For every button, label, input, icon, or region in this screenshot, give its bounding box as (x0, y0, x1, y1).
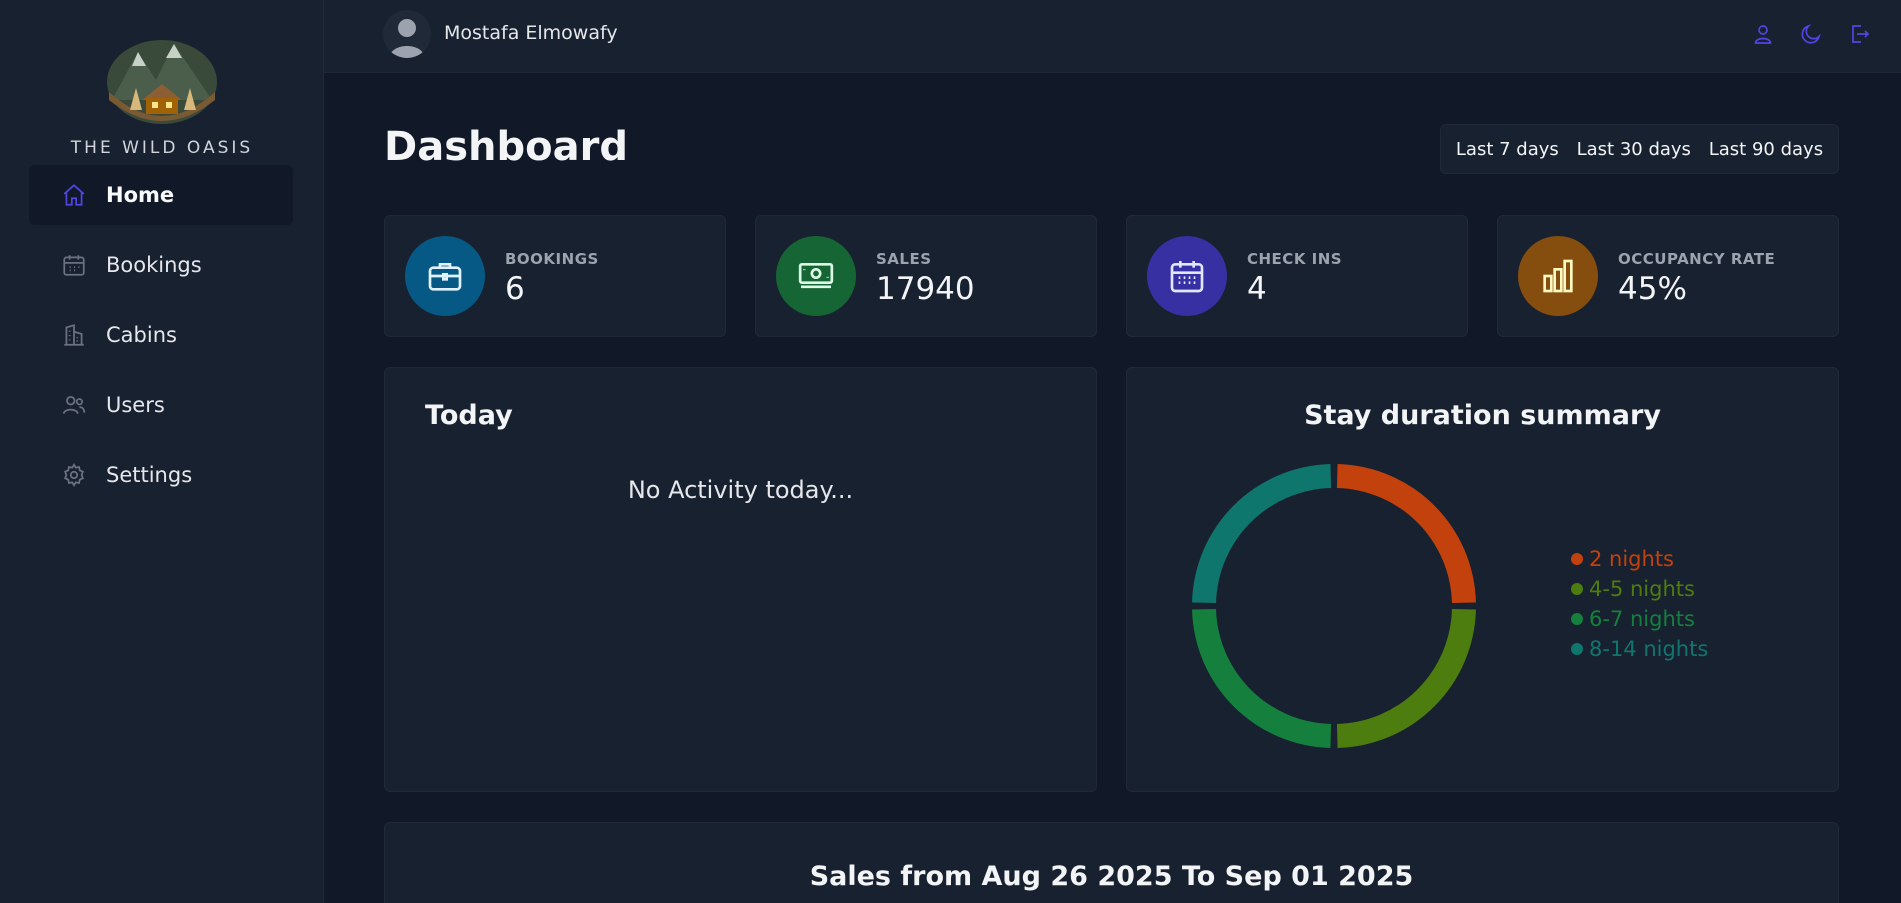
header-actions (1749, 20, 1873, 48)
stat-label: CHECK INS (1247, 250, 1343, 268)
legend-label: 6-7 nights (1589, 607, 1695, 631)
date-filter: Last 7 days Last 30 days Last 90 days (1440, 124, 1839, 174)
sales-chart-title: Sales from Aug 26 2025 To Sep 01 2025 (809, 861, 1414, 892)
legend-label: 4-5 nights (1589, 577, 1695, 601)
sidebar-item-users[interactable]: Users (29, 375, 293, 435)
stay-duration-donut-chart (1192, 464, 1476, 748)
chart-bar-icon (1518, 236, 1598, 316)
top-header: Mostafa Elmowafy (324, 0, 1901, 73)
logout-icon[interactable] (1845, 20, 1873, 48)
stat-label: BOOKINGS (505, 250, 599, 268)
app-root: THE WILD OASIS Home Bookings Cabins User… (0, 0, 1901, 903)
legend-label: 2 nights (1589, 547, 1674, 571)
logo (104, 30, 220, 124)
legend-dot (1571, 643, 1583, 655)
sidebar-item-label: Bookings (106, 253, 202, 277)
sales-panel: Sales from Aug 26 2025 To Sep 01 2025 (384, 822, 1839, 903)
avatar[interactable] (383, 10, 431, 58)
page-title: Dashboard (384, 124, 628, 170)
chart-legend: 2 nights 4-5 nights 6-7 nights 8-14 nights (1571, 544, 1708, 664)
empty-activity-message: No Activity today... (627, 476, 854, 504)
legend-dot (1571, 613, 1583, 625)
banknotes-icon (776, 236, 856, 316)
gear-icon (60, 461, 88, 489)
sidebar-item-home[interactable]: Home (29, 165, 293, 225)
stat-check-ins: CHECK INS 4 (1126, 215, 1468, 337)
stat-value: 4 (1247, 271, 1267, 307)
calendar-icon (60, 251, 88, 279)
filter-last-30-days[interactable]: Last 30 days (1569, 133, 1699, 166)
legend-dot (1571, 583, 1583, 595)
calendar-days-icon (1147, 236, 1227, 316)
legend-item: 2 nights (1571, 544, 1708, 574)
stat-sales: SALES 17940 (755, 215, 1097, 337)
sidebar-item-label: Home (106, 183, 175, 207)
stat-value: 45% (1618, 271, 1687, 307)
legend-dot (1571, 553, 1583, 565)
legend-item: 4-5 nights (1571, 574, 1708, 604)
today-panel: Today No Activity today... (384, 367, 1097, 792)
main-nav: Home Bookings Cabins Users Settings (29, 165, 293, 515)
legend-item: 8-14 nights (1571, 634, 1708, 664)
stat-label: SALES (876, 250, 932, 268)
stat-value: 6 (505, 271, 525, 307)
home-icon (60, 181, 88, 209)
sidebar-item-label: Cabins (106, 323, 177, 347)
donut-slice-6-7-nights[interactable] (1192, 608, 1332, 748)
legend-item: 6-7 nights (1571, 604, 1708, 634)
donut-slice-4-5-nights[interactable] (1336, 608, 1476, 748)
stay-duration-panel: Stay duration summary 2 nights 4-5 nights… (1126, 367, 1839, 792)
sidebar-item-cabins[interactable]: Cabins (29, 305, 293, 365)
stat-bookings: BOOKINGS 6 (384, 215, 726, 337)
today-title: Today (425, 400, 513, 431)
duration-chart-title: Stay duration summary (1304, 400, 1661, 431)
stat-occupancy-rate: OCCUPANCY RATE 45% (1497, 215, 1839, 337)
building-icon (60, 321, 88, 349)
brand-name: THE WILD OASIS (70, 138, 254, 158)
sidebar-item-label: Users (106, 393, 165, 417)
legend-label: 8-14 nights (1589, 637, 1709, 661)
user-icon[interactable] (1749, 20, 1777, 48)
donut-slice-2-nights[interactable] (1336, 464, 1476, 604)
stat-value: 17940 (876, 271, 975, 307)
stat-label: OCCUPANCY RATE (1618, 250, 1776, 268)
users-icon (60, 391, 88, 419)
donut-slice-8-14-nights[interactable] (1192, 464, 1332, 604)
briefcase-icon (405, 236, 485, 316)
sidebar: THE WILD OASIS Home Bookings Cabins User… (0, 0, 324, 903)
sidebar-item-settings[interactable]: Settings (29, 445, 293, 505)
sidebar-item-bookings[interactable]: Bookings (29, 235, 293, 295)
filter-last-7-days[interactable]: Last 7 days (1448, 133, 1567, 166)
sidebar-item-label: Settings (106, 463, 193, 487)
moon-icon[interactable] (1797, 20, 1825, 48)
username: Mostafa Elmowafy (444, 22, 618, 44)
filter-last-90-days[interactable]: Last 90 days (1701, 133, 1831, 166)
